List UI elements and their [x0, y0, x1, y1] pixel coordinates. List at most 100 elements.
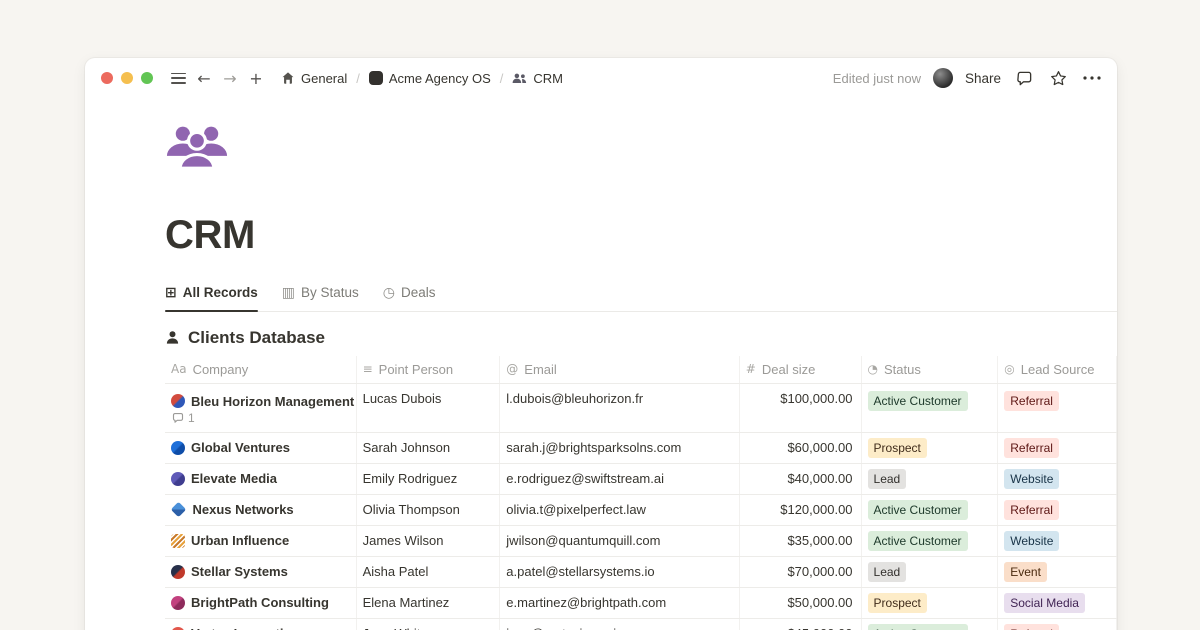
comment-indicator[interactable]: 1: [171, 411, 195, 425]
point-person-cell[interactable]: Sarah Johnson: [357, 433, 501, 463]
email-cell[interactable]: jwilson@quantumquill.com: [500, 526, 739, 556]
status-cell[interactable]: Lead: [862, 464, 999, 494]
status-cell[interactable]: Active Customer: [862, 495, 999, 525]
deal-size-cell[interactable]: $50,000.00: [740, 588, 862, 618]
company-cell[interactable]: BrightPath Consulting: [165, 588, 357, 618]
lead-source-tag: Event: [1004, 562, 1047, 582]
company-cell[interactable]: Nexus Networks: [165, 495, 357, 525]
email-cell[interactable]: l.dubois@bleuhorizon.fr: [500, 384, 739, 432]
point-person-cell[interactable]: Jenn Whitmore: [357, 619, 501, 630]
people-icon: [512, 72, 527, 85]
point-person-cell[interactable]: Lucas Dubois: [357, 384, 501, 432]
table-row: Nexus Networks Olivia Thompsonolivia.t@pi…: [165, 495, 1117, 526]
email-cell[interactable]: e.rodriguez@swiftstream.ai: [500, 464, 739, 494]
back-button[interactable]: ←: [193, 66, 215, 90]
email-cell[interactable]: olivia.t@pixelperfect.law: [500, 495, 739, 525]
share-button[interactable]: Share: [965, 71, 1001, 86]
company-cell[interactable]: Vertex Innovations: [165, 619, 357, 630]
status-tag: Active Customer: [868, 531, 968, 551]
deal-size-cell[interactable]: $100,000.00: [740, 384, 862, 432]
comments-button[interactable]: [1013, 66, 1035, 90]
minimize-window-button[interactable]: [121, 72, 133, 84]
breadcrumb-separator: /: [355, 71, 361, 86]
column-header-status[interactable]: ◔Status: [862, 356, 999, 383]
status-cell[interactable]: Active Customer: [862, 384, 999, 432]
company-cell[interactable]: Stellar Systems: [165, 557, 357, 587]
avatar[interactable]: [933, 68, 953, 88]
email-cell[interactable]: a.patel@stellarsystems.io: [500, 557, 739, 587]
point-person-cell[interactable]: Aisha Patel: [357, 557, 501, 587]
lead-source-cell[interactable]: Referral: [998, 433, 1117, 463]
database-section-header: Clients Database: [165, 328, 1117, 348]
point-person-cell[interactable]: Elena Martinez: [357, 588, 501, 618]
point-person-cell[interactable]: Emily Rodriguez: [357, 464, 501, 494]
breadcrumb-item[interactable]: General: [277, 69, 351, 88]
table-row: Global VenturesSarah Johnsonsarah.j@brig…: [165, 433, 1117, 464]
deal-size-cell[interactable]: $120,000.00: [740, 495, 862, 525]
deal-size-cell[interactable]: $35,000.00: [740, 526, 862, 556]
hash-property-icon: #: [746, 362, 756, 376]
table-icon: ⊞: [165, 285, 177, 301]
new-page-button[interactable]: +: [245, 66, 267, 90]
email-cell[interactable]: jenn@vertexinnov.io: [500, 619, 739, 630]
lead-source-cell[interactable]: Referral: [998, 384, 1117, 432]
breadcrumb-label: CRM: [533, 71, 563, 86]
tab-deals[interactable]: ◷Deals: [383, 285, 436, 311]
deal-size-cell[interactable]: $60,000.00: [740, 433, 862, 463]
tab-by-status[interactable]: ▥By Status: [282, 285, 359, 311]
company-cell[interactable]: Global Ventures: [165, 433, 357, 463]
breadcrumb-item[interactable]: CRM: [508, 69, 567, 88]
company-cell[interactable]: Elevate Media: [165, 464, 357, 494]
company-cell[interactable]: Bleu Horizon Management1: [165, 384, 357, 432]
traffic-lights: [101, 72, 153, 84]
company-logo-icon: [171, 534, 185, 548]
company-cell[interactable]: Urban Influence: [165, 526, 357, 556]
lead-source-cell[interactable]: Social Media: [998, 588, 1117, 618]
lead-source-cell[interactable]: Website: [998, 464, 1117, 494]
lead-source-tag: Website: [1004, 469, 1059, 489]
deal-size-cell[interactable]: $70,000.00: [740, 557, 862, 587]
forward-button[interactable]: →: [219, 66, 241, 90]
breadcrumb-label: General: [301, 71, 347, 86]
close-window-button[interactable]: [101, 72, 113, 84]
tab-all-records[interactable]: ⊞All Records: [165, 285, 258, 311]
point-person-cell-value: Jenn Whitmore: [363, 626, 450, 630]
maximize-window-button[interactable]: [141, 72, 153, 84]
email-cell[interactable]: sarah.j@brightsparksolns.com: [500, 433, 739, 463]
notion-window: ← → + General/Acme Agency OS/CRM Edited …: [85, 58, 1117, 630]
favorite-button[interactable]: [1047, 66, 1069, 90]
column-header-email[interactable]: @Email: [500, 356, 739, 383]
deal-size-cell[interactable]: $40,000.00: [740, 464, 862, 494]
lead-source-cell[interactable]: Website: [998, 526, 1117, 556]
lead-source-cell[interactable]: Referral: [998, 619, 1117, 630]
email-cell[interactable]: e.martinez@brightpath.com: [500, 588, 739, 618]
company-logo-icon: [171, 394, 185, 408]
column-header-company[interactable]: AaCompany: [165, 356, 357, 383]
at-property-icon: @: [506, 362, 518, 376]
status-cell[interactable]: Lead: [862, 557, 999, 587]
lead-source-cell[interactable]: Referral: [998, 495, 1117, 525]
deal-size-cell[interactable]: $45,000.00: [740, 619, 862, 630]
email-cell-value: e.rodriguez@swiftstream.ai: [506, 471, 664, 486]
status-cell[interactable]: Prospect: [862, 588, 999, 618]
sidebar-toggle-button[interactable]: [167, 66, 189, 90]
table-header-row: AaCompany≡Point Person@Email#Deal size◔S…: [165, 356, 1117, 384]
point-person-cell[interactable]: Olivia Thompson: [357, 495, 501, 525]
status-property-icon: ◔: [868, 362, 878, 376]
company-name: Urban Influence: [191, 533, 289, 548]
column-header-lead-source[interactable]: ◎Lead Source: [998, 356, 1117, 383]
status-cell[interactable]: Prospect: [862, 433, 999, 463]
deal-size-cell-value: $70,000.00: [787, 564, 852, 579]
deal-size-cell-value: $60,000.00: [787, 440, 852, 455]
point-person-cell[interactable]: James Wilson: [357, 526, 501, 556]
breadcrumb-item[interactable]: Acme Agency OS: [365, 69, 495, 88]
column-header-point-person[interactable]: ≡Point Person: [357, 356, 501, 383]
column-header-deal-size[interactable]: #Deal size: [740, 356, 862, 383]
page-icon[interactable]: [165, 124, 1117, 170]
lead-source-tag: Referral: [1004, 438, 1059, 458]
lead-source-cell[interactable]: Event: [998, 557, 1117, 587]
status-cell[interactable]: Active Customer: [862, 619, 999, 630]
status-cell[interactable]: Active Customer: [862, 526, 999, 556]
more-options-button[interactable]: [1081, 66, 1103, 90]
company-name: Nexus Networks: [193, 502, 294, 517]
